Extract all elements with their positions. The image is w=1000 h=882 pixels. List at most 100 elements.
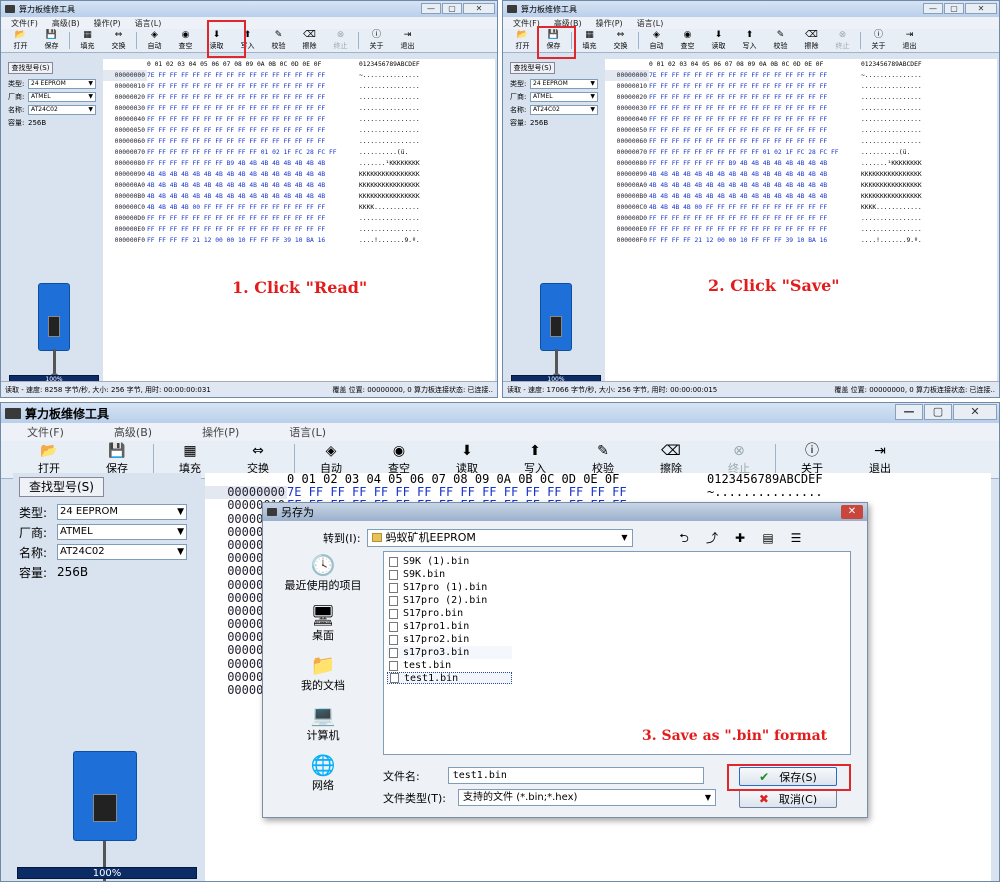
toolbar-button-save[interactable]: 💾 保存 <box>36 29 67 52</box>
minimize-button[interactable]: — <box>421 3 441 14</box>
hex-bytes[interactable]: FF FF FF FF FF FF FF FF FF FF FF FF FF F… <box>649 213 861 224</box>
hex-bytes[interactable]: 4B 4B 4B 4B 4B 4B 4B 4B 4B 4B 4B 4B 4B 4… <box>147 180 359 191</box>
window-titlebar[interactable]: 算力板维修工具 — ▢ ✕ <box>1 1 497 17</box>
hex-bytes[interactable]: 4B 4B 4B 4B 00 FF FF FF FF FF FF FF FF F… <box>147 202 359 213</box>
hex-bytes[interactable]: 4B 4B 4B 4B 00 FF FF FF FF FF FF FF FF F… <box>649 202 861 213</box>
name-select[interactable]: AT24C02 ▼ <box>28 104 96 115</box>
toolbar-button-about[interactable]: ⓘ 关于 <box>863 29 894 52</box>
hex-editor[interactable]: 0 01 02 03 04 05 06 07 08 09 0A 0B 0C 0D… <box>103 59 495 381</box>
maximize-button[interactable]: ▢ <box>924 404 952 420</box>
hex-bytes[interactable]: FF FF FF FF FF FF FF FF FF FF FF FF FF F… <box>649 92 861 103</box>
details-view-icon[interactable]: ☰ <box>787 530 805 546</box>
menu-item[interactable]: 高级(B) <box>52 18 80 29</box>
file-item[interactable]: S17pro (2).bin <box>387 594 512 607</box>
hex-bytes[interactable]: FF FF FF FF FF FF FF FF FF FF FF FF FF F… <box>147 81 359 92</box>
menu-item[interactable]: 操作(P) <box>94 18 121 29</box>
menu-item[interactable]: 语言(L) <box>289 424 326 440</box>
file-item[interactable]: S17pro (1).bin <box>387 581 512 594</box>
find-model-button[interactable]: 查找型号(S) <box>8 62 53 74</box>
find-model-button[interactable]: 查找型号(S) <box>19 477 104 497</box>
toolbar-button-exit[interactable]: ⇥ 退出 <box>392 29 423 52</box>
file-item[interactable]: s17pro1.bin <box>387 620 512 633</box>
hex-bytes[interactable]: 4B 4B 4B 4B 4B 4B 4B 4B 4B 4B 4B 4B 4B 4… <box>649 180 861 191</box>
toolbar-button-read[interactable]: ⬇ 读取 <box>703 29 734 52</box>
close-button[interactable]: ✕ <box>965 3 997 14</box>
file-item[interactable]: test1.bin <box>387 672 512 684</box>
menu-item[interactable]: 操作(P) <box>202 424 239 440</box>
hex-bytes[interactable]: FF FF FF FF FF FF FF FF FF FF FF FF FF F… <box>147 213 359 224</box>
up-folder-icon[interactable]: ⤴ <box>703 530 721 546</box>
toolbar-button-folder-open[interactable]: 📂 打开 <box>507 29 538 52</box>
type-select[interactable]: 24 EEPROM ▼ <box>57 504 187 520</box>
hex-bytes[interactable]: 4B 4B 4B 4B 4B 4B 4B 4B 4B 4B 4B 4B 4B 4… <box>649 169 861 180</box>
toolbar-button-auto[interactable]: ◈ 自动 <box>641 29 672 52</box>
filename-input[interactable]: test1.bin <box>447 767 704 784</box>
hex-bytes[interactable]: FF FF FF FF FF FF FF FF FF FF 01 02 1F F… <box>147 147 359 158</box>
toolbar-button-stop[interactable]: ⊗ 终止 <box>325 29 356 52</box>
maker-select[interactable]: ATMEL ▼ <box>57 524 187 540</box>
dialog-titlebar[interactable]: 另存为 ✕ <box>263 503 867 521</box>
toolbar-button-about[interactable]: ⓘ 关于 <box>361 29 392 52</box>
menu-item[interactable]: 高级(B) <box>114 424 152 440</box>
toolbar-button-auto[interactable]: ◈ 自动 <box>139 29 170 52</box>
window-titlebar[interactable]: 算力板维修工具 — ▢ ✕ <box>1 403 999 423</box>
dialog-close-button[interactable]: ✕ <box>841 505 863 519</box>
hex-bytes[interactable]: FF FF FF FF FF FF FF FF FF FF FF FF FF F… <box>649 136 861 147</box>
toolbar-button-blank-check[interactable]: ◉ 查空 <box>170 29 201 52</box>
place-documents[interactable]: 📁 我的文档 <box>273 653 373 703</box>
toolbar-button-erase[interactable]: ⌫ 擦除 <box>796 29 827 52</box>
maker-select[interactable]: ATMEL ▼ <box>28 91 96 102</box>
toolbar-button-fill[interactable]: ▦ 填充 <box>574 29 605 52</box>
toolbar-button-stop[interactable]: ⊗ 终止 <box>827 29 858 52</box>
place-recent-items[interactable]: 🕓 最近使用的项目 <box>273 553 373 603</box>
hex-bytes[interactable]: FF FF FF FF FF FF FF FF FF FF FF FF FF F… <box>649 114 861 125</box>
toolbar-button-erase[interactable]: ⌫ 擦除 <box>294 29 325 52</box>
minimize-button[interactable]: — <box>895 404 923 420</box>
menu-item[interactable]: 操作(P) <box>596 18 623 29</box>
hex-bytes[interactable]: FF FF FF FF FF FF FF FF FF FF 01 02 1F F… <box>649 147 861 158</box>
menu-item[interactable]: 语言(L) <box>637 18 664 29</box>
hex-bytes[interactable]: FF FF FF FF FF FF FF FF FF FF FF FF FF F… <box>147 125 359 136</box>
hex-bytes[interactable]: FF FF FF FF FF FF FF FF FF FF FF FF FF F… <box>649 224 861 235</box>
maximize-button[interactable]: ▢ <box>442 3 462 14</box>
file-item[interactable]: test.bin <box>387 659 512 672</box>
hex-bytes[interactable]: FF FF FF FF FF FF FF FF FF FF FF FF FF F… <box>147 92 359 103</box>
hex-bytes[interactable]: FF FF FF FF FF FF FF FF FF FF FF FF FF F… <box>147 103 359 114</box>
maximize-button[interactable]: ▢ <box>944 3 964 14</box>
minimize-button[interactable]: — <box>923 3 943 14</box>
hex-bytes[interactable]: FF FF FF FF FF FF FF B9 4B 4B 4B 4B 4B 4… <box>649 158 861 169</box>
toolbar-button-blank-check[interactable]: ◉ 查空 <box>672 29 703 52</box>
hex-bytes[interactable]: FF FF FF FF FF FF FF B9 4B 4B 4B 4B 4B 4… <box>147 158 359 169</box>
file-item[interactable]: S9K (1).bin <box>387 555 512 568</box>
file-item[interactable]: S17pro.bin <box>387 607 512 620</box>
view-menu-icon[interactable]: ▤ <box>759 530 777 546</box>
hex-bytes[interactable]: 4B 4B 4B 4B 4B 4B 4B 4B 4B 4B 4B 4B 4B 4… <box>147 169 359 180</box>
menu-item[interactable]: 文件(F) <box>11 18 38 29</box>
file-item[interactable]: s17pro3.bin <box>387 646 512 659</box>
back-icon[interactable]: ⮌ <box>675 530 693 546</box>
name-select[interactable]: AT24C02 ▼ <box>530 104 598 115</box>
hex-bytes[interactable]: 7E FF FF FF FF FF FF FF FF FF FF FF FF F… <box>147 70 359 81</box>
hex-editor[interactable]: 0 01 02 03 04 05 06 07 08 09 0A 0B 0C 0D… <box>605 59 997 381</box>
hex-bytes[interactable]: FF FF FF FF 21 12 00 00 10 FF FF FF 39 1… <box>147 235 359 246</box>
close-button[interactable]: ✕ <box>953 404 997 420</box>
file-item[interactable]: s17pro2.bin <box>387 633 512 646</box>
type-select[interactable]: 24 EEPROM ▼ <box>530 78 598 89</box>
file-item[interactable]: S9K.bin <box>387 568 512 581</box>
type-select[interactable]: 24 EEPROM ▼ <box>28 78 96 89</box>
hex-bytes[interactable]: FF FF FF FF FF FF FF FF FF FF FF FF FF F… <box>649 81 861 92</box>
hex-bytes[interactable]: FF FF FF FF FF FF FF FF FF FF FF FF FF F… <box>147 224 359 235</box>
toolbar-button-exit[interactable]: ⇥ 退出 <box>894 29 925 52</box>
hex-bytes[interactable]: FF FF FF FF FF FF FF FF FF FF FF FF FF F… <box>649 103 861 114</box>
toolbar-button-swap[interactable]: ⇔ 交换 <box>103 29 134 52</box>
toolbar-button-swap[interactable]: ⇔ 交换 <box>605 29 636 52</box>
menu-item[interactable]: 文件(F) <box>513 18 540 29</box>
place-network[interactable]: 🌐 网络 <box>273 753 373 803</box>
hex-bytes[interactable]: 4B 4B 4B 4B 4B 4B 4B 4B 4B 4B 4B 4B 4B 4… <box>147 191 359 202</box>
find-model-button[interactable]: 查找型号(S) <box>510 62 555 74</box>
hex-bytes[interactable]: FF FF FF FF FF FF FF FF FF FF FF FF FF F… <box>147 136 359 147</box>
place-desktop[interactable]: 🖥 桌面 <box>273 603 373 653</box>
toolbar-button-verify[interactable]: ✎ 校验 <box>263 29 294 52</box>
cancel-button[interactable]: ✖ 取消(C) <box>739 789 837 808</box>
place-computer[interactable]: 💻 计算机 <box>273 703 373 753</box>
